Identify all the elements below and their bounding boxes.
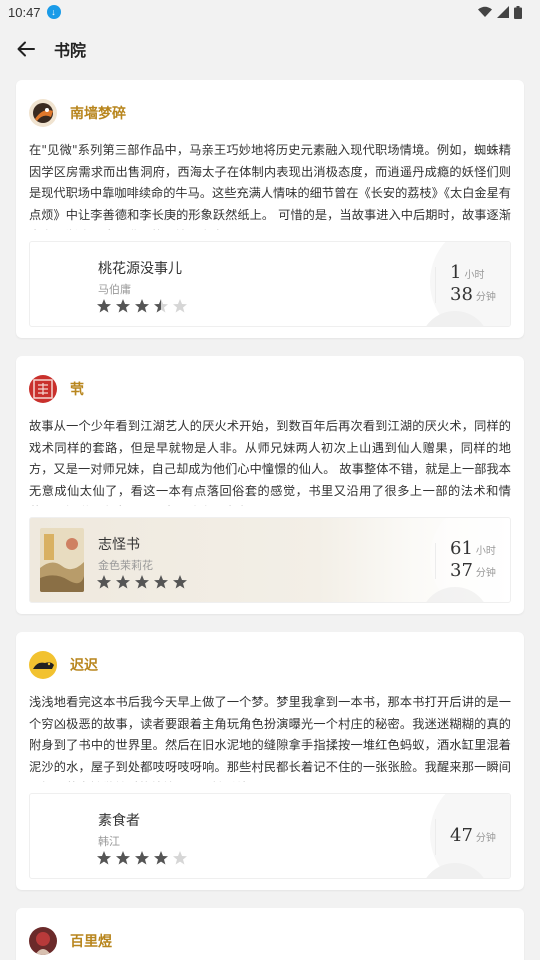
listen-hours: 1 小时 — [450, 262, 485, 283]
star-icon — [173, 299, 187, 313]
back-arrow-icon[interactable] — [14, 37, 38, 61]
listen-hours: 61 小时 — [450, 538, 496, 559]
star-icon — [173, 851, 187, 865]
rating-stars — [96, 298, 188, 314]
page-title: 书院 — [54, 41, 87, 60]
book-author: 马伯庸 — [98, 283, 131, 296]
star-icon — [154, 299, 168, 313]
star-icon — [116, 299, 130, 313]
review-card[interactable]: 茕 故事从一个少年看到江湖艺人的厌火术开始，到数百年后再次看到江湖的厌火术，同样… — [16, 356, 524, 614]
download-icon: ↓ — [46, 5, 61, 19]
star-icon — [154, 851, 168, 865]
signal-icon — [497, 6, 509, 18]
star-icon — [135, 851, 149, 865]
book-author: 金色茉莉花 — [98, 559, 153, 572]
battery-icon — [514, 5, 522, 19]
rating-stars — [96, 850, 188, 866]
star-icon — [116, 575, 130, 589]
review-card[interactable]: 百里煜 — [16, 908, 524, 960]
review-text[interactable]: 故事从一个少年看到江湖艺人的厌火术开始，到数百年后再次看到江湖的厌火术，同样的戏… — [16, 410, 524, 506]
book-cover — [40, 528, 84, 592]
star-icon — [173, 575, 187, 589]
username[interactable]: 迟迟 — [70, 655, 98, 675]
listen-minutes: 47 分钟 — [450, 825, 496, 846]
star-icon — [116, 851, 130, 865]
username[interactable]: 百里煜 — [70, 931, 112, 951]
star-icon — [135, 299, 149, 313]
book-author: 韩江 — [98, 835, 120, 848]
review-text[interactable]: 在"见微"系列第三部作品中，马亲王巧妙地将历史元素融入现代职场情境。例如，蜘蛛精… — [16, 134, 524, 230]
user-avatar[interactable] — [29, 651, 57, 679]
star-icon — [97, 851, 111, 865]
book-card[interactable]: 志怪书 金色茉莉花 61 小时 37 分钟 — [29, 517, 511, 603]
top-bar: 书院 — [0, 24, 540, 74]
rating-stars — [96, 574, 188, 590]
book-card[interactable]: 素食者 韩江 47 分钟 — [29, 793, 511, 879]
book-title: 素食者 — [98, 813, 140, 829]
review-card[interactable]: 迟迟 浅浅地看完这本书后我今天早上做了一个梦。梦里我拿到一本书，那本书打开后讲的… — [16, 632, 524, 890]
wifi-icon — [478, 6, 492, 17]
review-text[interactable]: 浅浅地看完这本书后我今天早上做了一个梦。梦里我拿到一本书，那本书打开后讲的是一个… — [16, 686, 524, 782]
star-icon — [154, 575, 168, 589]
book-title: 志怪书 — [98, 537, 140, 553]
star-icon — [97, 299, 111, 313]
book-card[interactable]: 桃花源没事儿 马伯庸 1 小时 38 分钟 — [29, 241, 511, 327]
username[interactable]: 茕 — [70, 379, 84, 399]
user-avatar[interactable] — [29, 927, 57, 955]
book-title: 桃花源没事儿 — [98, 261, 182, 277]
username[interactable]: 南墙梦碎 — [70, 103, 126, 123]
user-avatar[interactable] — [29, 99, 57, 127]
user-avatar[interactable] — [29, 375, 57, 403]
review-card[interactable]: 南墙梦碎 在"见微"系列第三部作品中，马亲王巧妙地将历史元素融入现代职场情境。例… — [16, 80, 524, 338]
status-time: 10:47 — [8, 4, 41, 20]
status-bar: 10:47 ↓ — [0, 0, 540, 24]
star-icon — [135, 575, 149, 589]
listen-minutes: 37 分钟 — [450, 560, 496, 581]
listen-minutes: 38 分钟 — [450, 284, 496, 305]
star-icon — [97, 575, 111, 589]
